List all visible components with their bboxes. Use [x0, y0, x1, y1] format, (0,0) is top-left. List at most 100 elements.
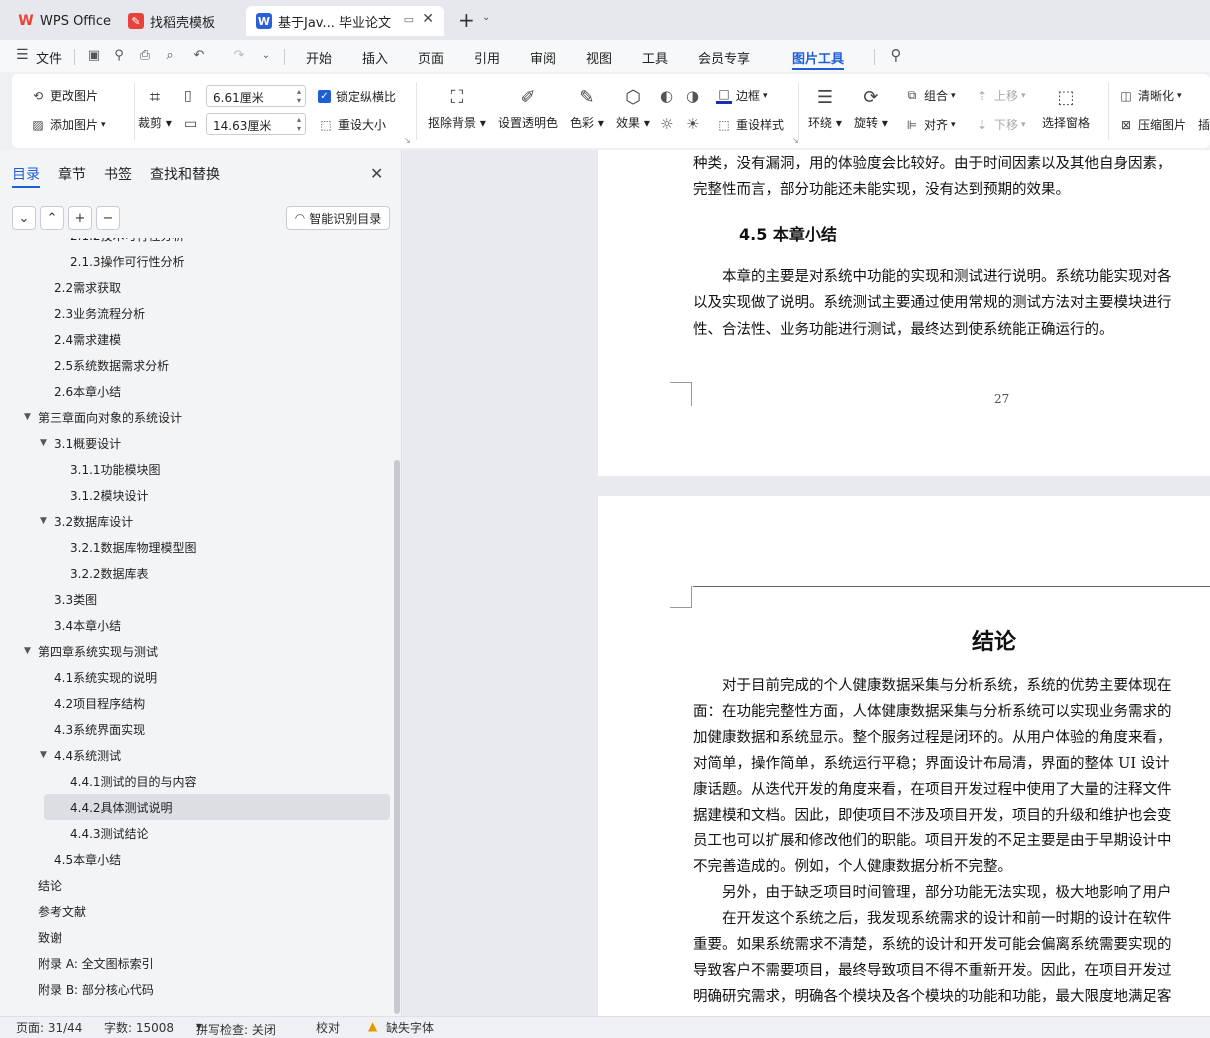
print-icon[interactable]: ⎙	[137, 47, 153, 63]
new-tab-icon[interactable]: +	[458, 8, 475, 32]
print-preview-icon[interactable]: ⌕	[162, 47, 178, 63]
toc-item[interactable]: 附录 A: 全文图标索引	[0, 950, 390, 976]
proofread-button[interactable]: 校对	[316, 1019, 340, 1036]
wrap-button[interactable]: ☰ 环绕 ▾	[808, 84, 842, 131]
pin-icon[interactable]: ▭	[404, 13, 414, 26]
toc-item[interactable]: ▼ 3.1概要设计	[0, 430, 390, 456]
menu-member[interactable]: 会员专享	[698, 48, 750, 67]
remove-heading-button[interactable]: −	[96, 206, 120, 230]
toc-item[interactable]: 4.4.1测试的目的与内容	[0, 768, 390, 794]
toc-item[interactable]: 4.1系统实现的说明	[0, 664, 390, 690]
change-image-button[interactable]: ⟲ 更改图片	[30, 87, 98, 104]
menu-page[interactable]: 页面	[418, 48, 444, 67]
effect-button[interactable]: ⬡ 效果 ▾	[616, 84, 650, 131]
menu-reference[interactable]: 引用	[474, 48, 500, 67]
increase-contrast-icon[interactable]: ◐	[660, 87, 673, 105]
toc-item[interactable]: 附录 B: 部分核心代码	[0, 976, 390, 1002]
search-icon[interactable]: ⚲	[888, 46, 904, 64]
tab-find-replace[interactable]: 查找和替换	[150, 164, 220, 184]
add-image-button[interactable]: ▨ 添加图片 ▾	[30, 116, 105, 133]
insert-more-button[interactable]: 插	[1198, 116, 1210, 133]
missing-font-button[interactable]: 缺失字体	[386, 1019, 434, 1036]
toc-item[interactable]: 4.4.2具体测试说明	[44, 794, 390, 820]
toc-item[interactable]: 参考文献	[0, 898, 390, 924]
menu-insert[interactable]: 插入	[362, 48, 388, 67]
toc-item[interactable]: 2.4需求建模	[0, 326, 390, 352]
toc-item[interactable]: 4.3系统界面实现	[0, 716, 390, 742]
align-button[interactable]: ⊫ 对齐 ▾	[904, 116, 956, 133]
increase-brightness-icon[interactable]: ☼	[660, 115, 673, 133]
tab-toc[interactable]: 目录	[12, 164, 40, 184]
collapse-up-button[interactable]: ⌃	[40, 206, 64, 230]
select-pane-button[interactable]: ⬚ 选择窗格	[1042, 84, 1090, 131]
close-pane-icon[interactable]: ✕	[370, 164, 383, 183]
toc-item[interactable]: 3.4本章小结	[0, 612, 390, 638]
toc-item[interactable]: 2.3业务流程分析	[0, 300, 390, 326]
crop-button[interactable]: ⌗ 裁剪 ▾	[138, 84, 172, 131]
toc-item[interactable]: 3.1.1功能模块图	[0, 456, 390, 482]
move-up-button[interactable]: ⇡ 上移 ▾	[974, 87, 1026, 104]
toc-item[interactable]: 3.2.1数据库物理模型图	[0, 534, 390, 560]
page-indicator[interactable]: 页面: 31/44	[16, 1019, 82, 1036]
save-icon[interactable]: ▣	[86, 47, 102, 63]
tab-chapter[interactable]: 章节	[58, 164, 86, 184]
toc-item[interactable]: ▼ 第四章系统实现与测试	[0, 638, 390, 664]
tab-docer[interactable]: ✎ 找稻壳模板	[118, 6, 242, 36]
toc-item[interactable]: 4.5本章小结	[0, 846, 390, 872]
expand-arrow-icon[interactable]: ▼	[24, 412, 31, 422]
smart-toc-button[interactable]: ◠ 智能识别目录	[286, 206, 390, 230]
undo-icon[interactable]: ↶	[191, 47, 207, 63]
width-input[interactable]: 6.61厘米 ▴ ▾	[206, 85, 306, 107]
height-input[interactable]: 14.63厘米 ▴ ▾	[206, 113, 306, 135]
menu-tools[interactable]: 工具	[642, 48, 668, 67]
border-button[interactable]: □ 边框 ▾	[716, 87, 768, 104]
toc-item[interactable]: 2.6本章小结	[0, 378, 390, 404]
scrollbar[interactable]	[394, 460, 400, 1014]
expand-arrow-icon[interactable]: ▼	[40, 438, 47, 448]
more-icon[interactable]: ⌄	[258, 47, 274, 63]
spell-check-toggle[interactable]: 拼写检查: 关闭 ▾	[196, 1019, 276, 1037]
decrease-brightness-icon[interactable]: ☀	[686, 115, 699, 133]
toc-item[interactable]: ▼ 3.2数据库设计	[0, 508, 390, 534]
toc-item[interactable]: 4.2项目程序结构	[0, 690, 390, 716]
menu-file[interactable]: 文件	[36, 48, 62, 67]
decrease-contrast-icon[interactable]: ◑	[686, 87, 699, 105]
remove-bg-button[interactable]: ⛶ 抠除背景 ▾	[428, 84, 486, 131]
add-heading-button[interactable]: +	[68, 206, 92, 230]
redo-icon[interactable]: ↷	[231, 47, 247, 63]
toc-item[interactable]: ▼ 4.4系统测试	[0, 742, 390, 768]
toc-item[interactable]: 3.1.2模块设计	[0, 482, 390, 508]
toc-item[interactable]: 2.2需求获取	[0, 274, 390, 300]
hamburger-icon[interactable]: ☰	[16, 47, 29, 63]
compress-button[interactable]: ⊠ 压缩图片	[1118, 116, 1186, 133]
toc-item[interactable]: 结论	[0, 872, 390, 898]
group-button[interactable]: ⧉ 组合 ▾	[904, 87, 956, 104]
tab-wps-office[interactable]: W WPS Office	[8, 6, 116, 36]
toc-item[interactable]: 2.5系统数据需求分析	[0, 352, 390, 378]
menu-picture-tools[interactable]: 图片工具	[792, 48, 844, 67]
chevron-down-icon[interactable]: ⌄	[482, 12, 490, 23]
menu-review[interactable]: 审阅	[530, 48, 556, 67]
toc-item[interactable]: 2.1.2技术可行性分析	[0, 238, 390, 248]
dialog-launcher-icon[interactable]: ↘	[404, 136, 411, 145]
toc-item[interactable]: ▼ 第三章面向对象的系统设计	[0, 404, 390, 430]
menu-view[interactable]: 视图	[586, 48, 612, 67]
share-icon[interactable]: ⚲	[111, 47, 127, 63]
sharpen-button[interactable]: ◫ 清晰化 ▾	[1118, 87, 1181, 104]
expand-arrow-icon[interactable]: ▼	[24, 646, 31, 656]
reset-size-button[interactable]: ⬚ 重设大小	[318, 116, 386, 133]
close-tab-icon[interactable]: ✕	[422, 11, 434, 27]
collapse-down-button[interactable]: ⌄	[12, 206, 36, 230]
spinner-icon[interactable]: ▴ ▾	[297, 87, 301, 105]
expand-arrow-icon[interactable]: ▼	[40, 516, 47, 526]
tab-bookmark[interactable]: 书签	[104, 164, 132, 184]
spinner-icon[interactable]: ▴ ▾	[297, 115, 301, 133]
lock-ratio-checkbox[interactable]: ✓ 锁定纵横比	[318, 88, 396, 105]
move-down-button[interactable]: ⇣ 下移 ▾	[974, 116, 1026, 133]
color-button[interactable]: ✎ 色彩 ▾	[570, 84, 604, 131]
set-transparent-button[interactable]: ✐ 设置透明色	[498, 84, 558, 131]
toc-item[interactable]: 3.2.2数据库表	[0, 560, 390, 586]
reset-style-button[interactable]: ⬚ 重设样式	[716, 116, 784, 133]
toc-item[interactable]: 4.4.3测试结论	[0, 820, 390, 846]
expand-arrow-icon[interactable]: ▼	[40, 750, 47, 760]
